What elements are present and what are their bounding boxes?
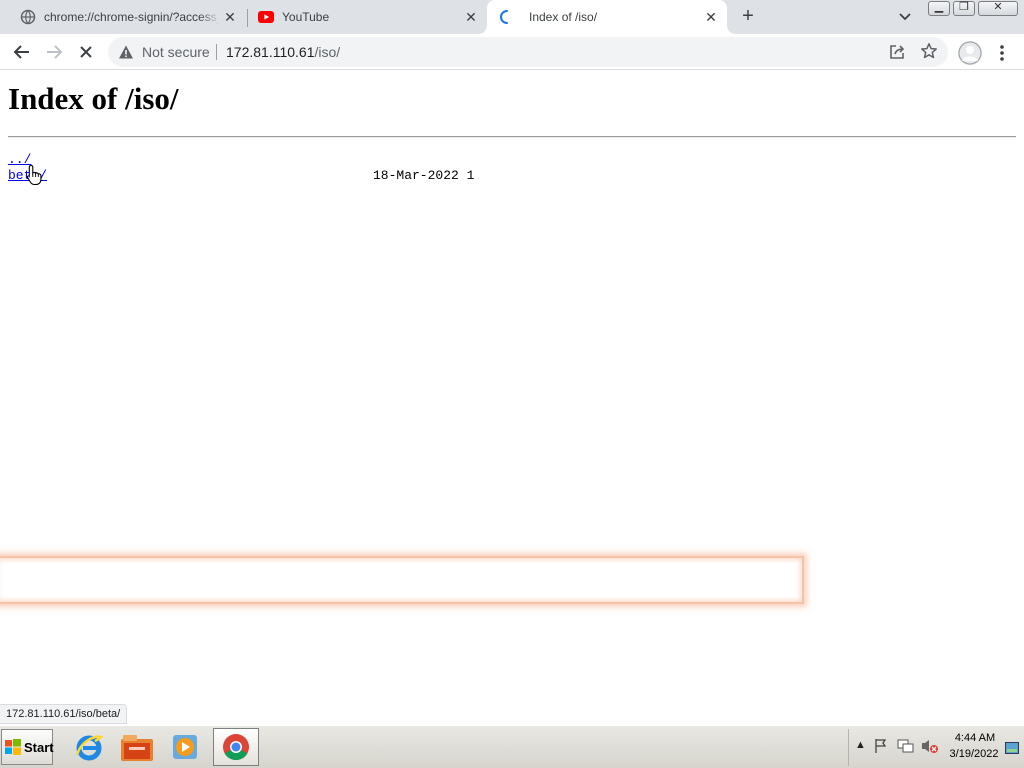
start-label: Start: [24, 739, 54, 755]
action-center-flag-icon[interactable]: [873, 738, 889, 759]
minimize-button[interactable]: ▁: [928, 1, 950, 16]
windows-taskbar: Start ▲: [0, 725, 1024, 768]
url-path: /iso/: [314, 44, 341, 60]
security-label[interactable]: Not secure: [142, 44, 210, 60]
stop-loading-button[interactable]: [72, 38, 100, 66]
share-icon[interactable]: [888, 43, 906, 66]
close-icon[interactable]: ✕: [463, 9, 479, 25]
back-arrow-icon: [13, 45, 29, 59]
window-close-button[interactable]: ✕: [978, 1, 1018, 16]
close-icon[interactable]: ✕: [703, 9, 719, 25]
loading-spinner-icon: [499, 9, 515, 25]
network-icon[interactable]: [897, 738, 915, 759]
tab-title: YouTube: [282, 10, 330, 24]
hand-cursor-icon: [26, 164, 44, 191]
tab-search-chevron-icon[interactable]: [895, 8, 915, 26]
tab-title: Index of /iso/: [529, 10, 598, 24]
clock-time[interactable]: 4:44 AM: [954, 732, 996, 744]
tab-index-of-iso[interactable]: Index of /iso/ ✕: [479, 0, 735, 34]
stop-x-icon: [80, 46, 92, 58]
close-icon[interactable]: ✕: [222, 9, 238, 25]
back-button[interactable]: [8, 38, 36, 66]
forward-arrow-icon: [47, 45, 63, 59]
show-hidden-icons-icon[interactable]: ▲: [855, 739, 866, 751]
windows-logo-icon: [5, 739, 21, 755]
profile-avatar-icon[interactable]: [958, 41, 982, 65]
browser-toolbar: Not secure 172.81.110.61/iso/: [0, 34, 1024, 70]
internet-explorer-icon[interactable]: [66, 728, 112, 766]
restore-button[interactable]: ❐: [953, 1, 975, 16]
address-bar[interactable]: Not secure 172.81.110.61/iso/: [108, 37, 948, 67]
page-title: Index of /iso/: [8, 81, 179, 116]
bookmark-star-icon[interactable]: [920, 42, 938, 65]
show-desktop-icon[interactable]: [1005, 741, 1019, 759]
tab-youtube[interactable]: YouTube ✕: [238, 0, 487, 34]
omnibox-divider: [216, 44, 217, 60]
file-explorer-icon[interactable]: [114, 728, 160, 766]
chrome-taskbar-icon[interactable]: [213, 728, 259, 766]
tab-chrome-signin[interactable]: chrome://chrome-signin/?access_point=0 ✕: [0, 0, 246, 34]
warning-icon[interactable]: [118, 44, 134, 65]
url-text[interactable]: 172.81.110.61/iso/: [226, 44, 340, 60]
link-status-bubble: 172.81.110.61/iso/beta/: [0, 704, 128, 724]
new-tab-button[interactable]: +: [736, 5, 760, 29]
url-host: 172.81.110.61: [226, 44, 315, 60]
clock-date[interactable]: 3/19/2022: [946, 748, 1002, 760]
globe-icon: [20, 9, 36, 25]
page-content: Index of /iso/ ../ beta/ 18-Mar-2022 1: [0, 71, 1024, 725]
media-player-icon[interactable]: [162, 728, 208, 766]
tab-title: chrome://chrome-signin/?access_point=0: [44, 10, 220, 24]
volume-muted-icon[interactable]: [921, 738, 939, 759]
kebab-menu-icon[interactable]: [994, 44, 1010, 62]
entry-date: 18-Mar-2022 1: [373, 168, 475, 183]
horizontal-rule: [8, 136, 1016, 138]
youtube-icon: [258, 9, 274, 25]
tab-strip: chrome://chrome-signin/?access_point=0 ✕…: [0, 0, 1024, 34]
start-button[interactable]: Start: [1, 729, 54, 765]
forward-button[interactable]: [40, 38, 68, 66]
highlight-box: [0, 556, 804, 604]
